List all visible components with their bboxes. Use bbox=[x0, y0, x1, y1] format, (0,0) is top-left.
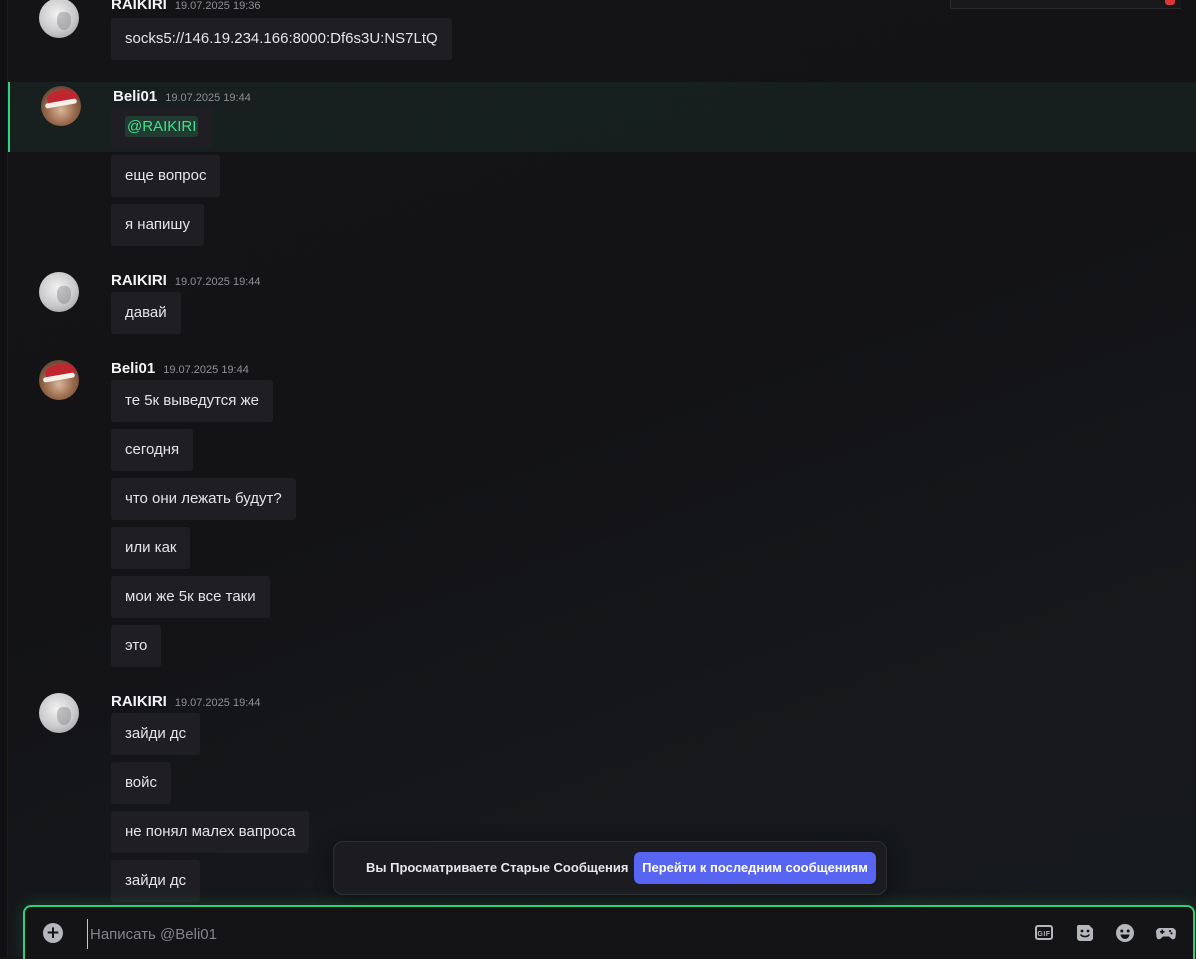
message-group: Beli01 19.07.2025 19:44 те 5к выведутся … bbox=[8, 358, 1196, 668]
message-bubble: зайди дс bbox=[111, 860, 201, 902]
avatar-raikiri[interactable] bbox=[39, 0, 79, 38]
message-bubble: что они лежать будут? bbox=[111, 478, 296, 520]
message-composer: + GIF bbox=[23, 905, 1195, 959]
message-bubble: те 5к выведутся же bbox=[111, 380, 273, 422]
message-bubble: давай bbox=[111, 292, 181, 334]
timestamp: 19.07.2025 19:44 bbox=[163, 364, 249, 376]
timestamp: 19.07.2025 19:44 bbox=[165, 92, 251, 104]
timestamp: 19.07.2025 19:44 bbox=[174, 697, 261, 709]
message-group: RAIKIRI 19.07.2025 19:44 давай bbox=[8, 270, 1196, 340]
message-header: Beli01 19.07.2025 19:44 bbox=[113, 88, 251, 105]
message-bubble: войс bbox=[111, 762, 172, 804]
message-continuation: еще вопрос я напишу bbox=[8, 155, 1196, 255]
username[interactable]: RAIKIRI bbox=[111, 693, 167, 710]
message-bubble: еще вопрос bbox=[111, 155, 221, 197]
timestamp: 19.07.2025 19:36 bbox=[174, 0, 261, 12]
message-bubble: @RAIKIRI bbox=[111, 106, 213, 148]
message-header: RAIKIRI 19.07.2025 19:36 bbox=[111, 0, 260, 13]
avatar-raikiri[interactable] bbox=[39, 693, 79, 733]
plus-icon[interactable]: + bbox=[43, 923, 63, 943]
message-header: Beli01 19.07.2025 19:44 bbox=[111, 360, 249, 377]
message-header: RAIKIRI 19.07.2025 19:44 bbox=[111, 693, 260, 710]
message-bubble: я напишу bbox=[111, 204, 204, 246]
username[interactable]: RAIKIRI bbox=[111, 272, 167, 289]
message-bubble: сегодня bbox=[111, 429, 194, 471]
activities-icon[interactable] bbox=[1155, 923, 1176, 943]
notice-text: Вы Просматриваете Старые Сообщения bbox=[366, 860, 629, 875]
message-bubble: это bbox=[111, 625, 162, 667]
user-mention[interactable]: @RAIKIRI bbox=[125, 116, 199, 137]
gif-label: GIF bbox=[1035, 925, 1053, 940]
message-bubble: не понял малех вапроса bbox=[111, 811, 310, 853]
timestamp: 19.07.2025 19:44 bbox=[174, 276, 261, 288]
emoji-icon[interactable] bbox=[1115, 923, 1135, 943]
username[interactable]: Beli01 bbox=[111, 360, 155, 377]
message-bubble: мои же 5к все таки bbox=[111, 576, 270, 618]
message-bubble: или как bbox=[111, 527, 191, 569]
message-group-highlighted: Beli01 19.07.2025 19:44 @RAIKIRI bbox=[8, 82, 1196, 152]
jump-to-present-button[interactable]: Перейти к последним сообщениям bbox=[634, 852, 876, 884]
message-bubble: socks5://146.19.234.166:8000:Df6s3U:NS7L… bbox=[111, 18, 452, 60]
avatar-raikiri[interactable] bbox=[39, 272, 79, 312]
message-header: RAIKIRI 19.07.2025 19:44 bbox=[111, 272, 260, 289]
avatar-beli01[interactable] bbox=[41, 86, 81, 126]
message-input[interactable] bbox=[87, 919, 992, 949]
avatar-beli01[interactable] bbox=[39, 360, 79, 400]
gif-icon[interactable]: GIF bbox=[1035, 923, 1055, 943]
left-gutter bbox=[0, 0, 8, 957]
message-bubble: зайди дс bbox=[111, 713, 201, 755]
old-messages-notice: Вы Просматриваете Старые Сообщения Перей… bbox=[333, 841, 887, 895]
sticker-icon[interactable] bbox=[1075, 923, 1095, 943]
username[interactable]: Beli01 bbox=[113, 88, 157, 105]
message-group: RAIKIRI 19.07.2025 19:36 socks5://146.19… bbox=[8, 0, 1196, 66]
username[interactable]: RAIKIRI bbox=[111, 0, 167, 13]
